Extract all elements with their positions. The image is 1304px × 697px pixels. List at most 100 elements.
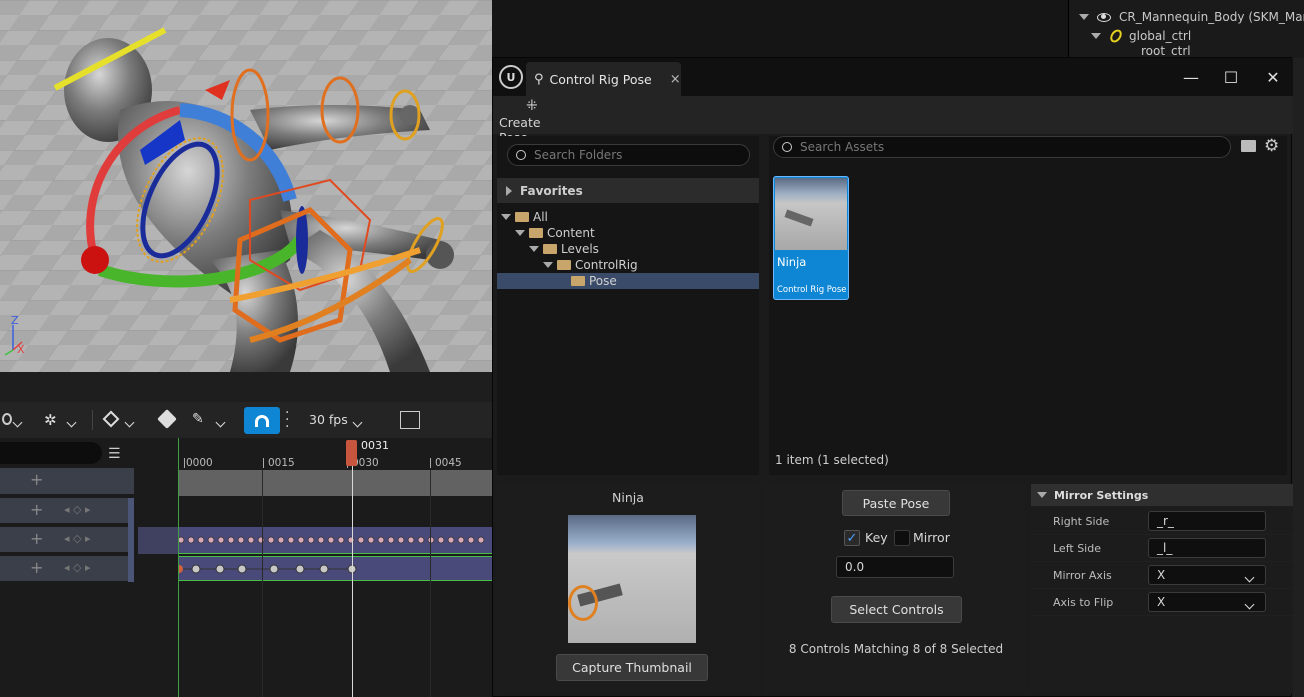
pose-actions-panel: Paste Pose ✓ Key Mirror 0.0 Select Contr… — [765, 484, 1025, 694]
pose-icon: ⚲ — [534, 71, 544, 87]
chevron-right-icon[interactable] — [506, 185, 512, 196]
fps-dropdown[interactable]: 30 fps — [309, 412, 348, 427]
tab-close-icon[interactable]: × — [670, 72, 681, 87]
mirror-settings-title: Mirror Settings — [1054, 488, 1149, 502]
select-controls-button[interactable]: Select Controls — [831, 596, 962, 623]
minimize-icon[interactable]: — — [1178, 64, 1204, 90]
grid-line — [430, 470, 431, 697]
chevron-down-icon[interactable] — [66, 415, 77, 429]
folder-icon — [557, 260, 571, 270]
chevron-down-icon[interactable] — [1037, 492, 1047, 498]
pose-toolbar: ⁜ Create Pose — [493, 96, 1293, 145]
key-nav-icon[interactable]: ◂ ◇ ▸ — [64, 503, 91, 516]
create-pose-button[interactable]: ⁜ Create Pose — [493, 96, 573, 145]
chevron-down-icon[interactable] — [1079, 14, 1089, 20]
folder-tree-item[interactable]: ControlRig — [497, 257, 757, 273]
asset-name: Ninja — [777, 255, 807, 269]
playhead-line — [352, 466, 353, 697]
filter-icon[interactable]: ☰ — [108, 446, 121, 462]
more-options-icon[interactable]: · · · — [285, 406, 289, 434]
keyframes[interactable] — [178, 527, 492, 583]
track-header-row[interactable] — [0, 468, 134, 494]
playhead-handle[interactable] — [346, 440, 357, 466]
blend-value-field[interactable]: 0.0 — [836, 556, 954, 578]
preview-pose-name: Ninja — [612, 490, 644, 505]
chevron-down-icon[interactable] — [215, 415, 226, 429]
pencil-icon[interactable]: ✎ — [192, 411, 204, 427]
current-frame-label: 0031 — [361, 439, 389, 452]
add-icon[interactable]: + — [30, 529, 43, 548]
mirror-checkbox[interactable] — [894, 530, 910, 546]
folder-tree-item[interactable]: All — [497, 209, 757, 225]
mirror-axis-dropdown[interactable]: X — [1148, 565, 1266, 585]
key-diamond-icon[interactable] — [102, 410, 120, 428]
favorites-header[interactable]: Favorites — [497, 178, 759, 203]
control-rig-pose-window: U ⚲ Control Rig Pose × — ☐ ✕ ⁜ Create Po… — [492, 57, 1293, 697]
axis-to-flip-value: X — [1157, 595, 1166, 609]
snap-button[interactable] — [244, 407, 280, 434]
key-nav-icon[interactable]: ◂ ◇ ▸ — [64, 532, 91, 545]
left-side-field[interactable]: _l_ — [1148, 538, 1266, 558]
outliner-panel: CR_Mannequin_Body (SKM_Man global_ctrl r… — [1068, 0, 1304, 58]
search-icon — [782, 142, 792, 152]
track-filter-input[interactable] — [0, 442, 102, 464]
thumbnail-control — [568, 585, 598, 621]
right-side-label: Right Side — [1053, 514, 1110, 528]
playback-icon[interactable] — [2, 413, 12, 425]
window-titlebar[interactable]: U ⚲ Control Rig Pose × — ☐ ✕ — [493, 58, 1293, 96]
mirror-settings-header[interactable]: Mirror Settings — [1031, 484, 1293, 506]
mirror-axis-row: Mirror Axis X — [1031, 562, 1293, 589]
timeline-ruler[interactable]: 0000 0015 0030 0045 0031 — [138, 438, 492, 470]
outliner-row-global-ctrl[interactable]: global_ctrl — [1091, 27, 1191, 45]
unreal-logo-icon[interactable]: U — [499, 65, 523, 89]
chevron-down-icon[interactable] — [529, 246, 539, 252]
preview-thumbnail — [568, 515, 696, 643]
folder-tree-item[interactable]: Content — [497, 225, 757, 241]
asset-tile-ninja[interactable]: Ninja Control Rig Pose — [773, 176, 849, 300]
capture-thumbnail-button[interactable]: Capture Thumbnail — [556, 654, 708, 681]
mirror-label: Mirror — [913, 530, 950, 545]
window-close-icon[interactable]: ✕ — [1260, 64, 1286, 90]
asset-panel: Search Assets ⚙ Ninja Control Rig Pose 1… — [769, 136, 1287, 475]
folder-tree-item[interactable]: Pose — [497, 273, 759, 289]
left-side-row: Left Side _l_ — [1031, 535, 1293, 562]
controls-match-status: 8 Controls Matching 8 of 8 Selected — [788, 642, 1004, 656]
transform-gear-icon[interactable]: ✲ — [44, 411, 57, 429]
chevron-down-icon[interactable] — [501, 214, 511, 220]
paste-pose-button[interactable]: Paste Pose — [842, 490, 950, 516]
thumbnail-figure — [784, 209, 814, 227]
search-folders-input[interactable]: Search Folders — [507, 144, 750, 166]
chevron-down-icon[interactable] — [352, 415, 363, 429]
axis-to-flip-label: Axis to Flip — [1053, 595, 1114, 609]
chevron-down-icon[interactable] — [1091, 33, 1101, 39]
tick-label: 0045 — [435, 457, 462, 469]
chevron-down-icon[interactable] — [515, 230, 525, 236]
key-nav-icon[interactable]: ◂ ◇ ▸ — [64, 561, 91, 574]
add-icon[interactable]: + — [30, 500, 43, 519]
right-side-field[interactable]: _r_ — [1148, 511, 1266, 531]
level-viewport[interactable]: Z X — [0, 0, 492, 372]
folder-icon[interactable] — [1241, 140, 1256, 152]
add-icon[interactable]: + — [30, 558, 43, 577]
auto-key-icon[interactable] — [157, 409, 177, 429]
tab-control-rig-pose[interactable]: ⚲ Control Rig Pose × — [526, 62, 681, 96]
chevron-down-icon[interactable] — [124, 415, 135, 429]
preview-panel: Ninja Capture Thumbnail — [497, 484, 759, 694]
folder-label: Content — [547, 226, 595, 240]
outliner-row-root[interactable]: CR_Mannequin_Body (SKM_Man — [1079, 8, 1304, 26]
search-folders-placeholder: Search Folders — [534, 148, 623, 162]
curve-editor-icon[interactable] — [400, 411, 420, 429]
eye-icon[interactable] — [1097, 12, 1111, 22]
axis-to-flip-dropdown[interactable]: X — [1148, 592, 1266, 612]
outliner-row-root-ctrl[interactable]: root_ctrl — [1141, 44, 1191, 58]
chevron-down-icon[interactable] — [12, 415, 23, 429]
maximize-icon[interactable]: ☐ — [1218, 64, 1244, 90]
chevron-down-icon[interactable] — [543, 262, 553, 268]
folder-tree-item[interactable]: Levels — [497, 241, 757, 257]
section-bar[interactable] — [178, 470, 492, 496]
gear-icon[interactable]: ⚙ — [1264, 136, 1279, 156]
outliner-root-ctrl-label: root_ctrl — [1141, 44, 1191, 58]
key-checkbox[interactable]: ✓ — [844, 530, 860, 546]
add-icon[interactable]: + — [30, 470, 43, 489]
search-assets-input[interactable]: Search Assets — [773, 136, 1231, 158]
